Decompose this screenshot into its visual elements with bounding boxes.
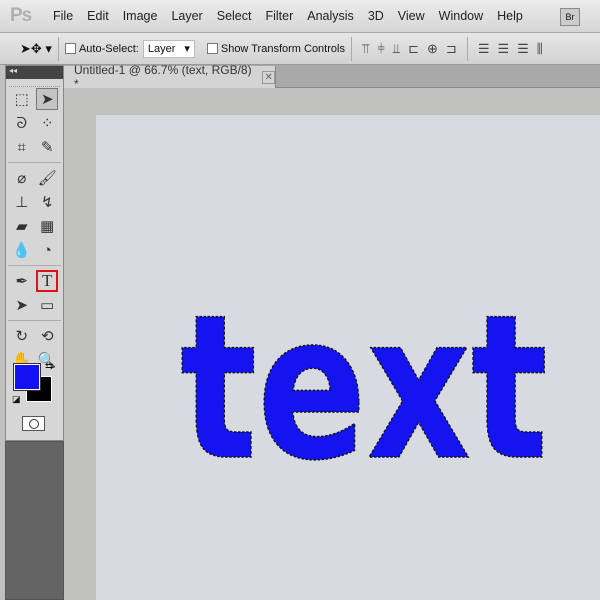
panel-grip[interactable] [9,79,60,87]
distribute-top-icon[interactable]: ☰ [478,41,490,57]
bridge-button[interactable]: Br [560,8,580,26]
menu-help[interactable]: Help [490,9,530,23]
toolbox: ◂◂ ⬚ ➤ ᘐ ⁘ ⌗ ✎ ⌀ 🖌 ⊥ ↯ ▰ ▦ 💧 ◔ ✒ T ➤ ▭ ↻ ⟲ ✋ 🔍 ⇆ ◪ [5,65,64,441]
show-transform-checkbox[interactable] [206,43,218,54]
auto-select-dropdown[interactable]: Layer ▾ [142,39,195,58]
move-tool-preset-icon[interactable]: ➤✥ ▾ [20,41,52,57]
chevron-down-icon: ▾ [184,43,190,55]
3d-orbit-tool-icon[interactable]: ⟲ [36,325,58,347]
eyedropper-tool-icon[interactable]: ✎ [36,136,58,158]
menu-bar: Ps File Edit Image Layer Select Filter A… [0,0,600,33]
divider [8,265,61,266]
collapse-panel-icon[interactable]: ◂◂ [6,66,63,79]
3d-rotate-tool-icon[interactable]: ↻ [11,325,33,347]
gradient-tool-icon[interactable]: ▦ [36,215,58,237]
foreground-color-swatch[interactable] [13,363,41,391]
menu-filter[interactable]: Filter [258,9,300,23]
menu-select[interactable]: Select [210,9,259,23]
document-tab-title: Untitled-1 @ 66.7% (text, RGB/8) * [74,63,252,91]
pen-tool-icon[interactable]: ✒ [11,270,33,292]
default-colors-icon[interactable]: ◪ [12,394,21,405]
align-top-icon[interactable]: ⫪ [362,41,369,57]
marquee-tool-icon[interactable]: ⬚ [11,88,33,110]
divider [8,320,61,321]
distribute-vcenter-icon[interactable]: ☰ [497,41,509,57]
align-bottom-icon[interactable]: ⫫ [393,41,400,57]
dodge-tool-icon[interactable]: ◔ [36,239,58,261]
menu-image[interactable]: Image [116,9,165,23]
divider [8,162,61,163]
panel-dock [5,441,64,600]
blur-tool-icon[interactable]: 💧 [11,239,33,261]
menu-3d[interactable]: 3D [361,9,391,23]
auto-select-checkbox[interactable] [64,43,76,54]
menu-view[interactable]: View [391,9,432,23]
distribute-left-icon[interactable]: ⫼ [537,41,543,57]
photoshop-logo: Ps [10,5,32,26]
align-hcenter-icon[interactable]: ⊕ [427,41,438,57]
swap-colors-icon[interactable]: ⇆ [45,361,53,372]
align-right-icon[interactable]: ⊐ [446,41,457,57]
quick-mask-button[interactable] [22,416,45,431]
divider [57,36,59,61]
canvas-text: text [180,272,548,505]
divider [466,36,468,61]
align-vcenter-icon[interactable]: ⫩ [377,41,384,57]
menu-window[interactable]: Window [432,9,490,23]
move-tool-icon[interactable]: ➤ [36,88,59,110]
document-tab[interactable]: Untitled-1 @ 66.7% (text, RGB/8) * ✕ [64,63,276,91]
shape-tool-icon[interactable]: ▭ [36,294,58,316]
show-transform-label: Show Transform Controls [220,42,345,55]
document-tab-bar: Untitled-1 @ 66.7% (text, RGB/8) * ✕ [64,63,600,91]
divider [350,36,352,61]
canvas-artwork: text [179,271,549,506]
menu-analysis[interactable]: Analysis [300,9,361,23]
history-brush-tool-icon[interactable]: ↯ [36,191,58,213]
distribute-bottom-icon[interactable]: ☰ [517,41,529,57]
menu-edit[interactable]: Edit [80,9,116,23]
clone-stamp-tool-icon[interactable]: ⊥ [11,191,33,213]
menu-file[interactable]: File [46,9,80,23]
healing-brush-tool-icon[interactable]: ⌀ [11,167,33,189]
menu-layer[interactable]: Layer [164,9,209,23]
type-tool-icon[interactable]: T [36,270,59,292]
path-selection-tool-icon[interactable]: ➤ [11,294,33,316]
eraser-tool-icon[interactable]: ▰ [11,215,33,237]
align-left-icon[interactable]: ⊏ [408,41,419,57]
auto-select-label: Auto-Select: [78,42,139,55]
lasso-tool-icon[interactable]: ᘐ [11,112,33,134]
brush-tool-icon[interactable]: 🖌 [36,167,58,189]
close-icon[interactable]: ✕ [262,70,275,84]
document-canvas[interactable]: text [96,115,600,600]
quick-selection-tool-icon[interactable]: ⁘ [36,112,58,134]
options-bar: ➤✥ ▾ Auto-Select: Layer ▾ Show Transform … [0,33,600,65]
crop-tool-icon[interactable]: ⌗ [11,136,33,158]
dropdown-value: Layer [147,42,176,55]
circle-icon [28,418,39,429]
